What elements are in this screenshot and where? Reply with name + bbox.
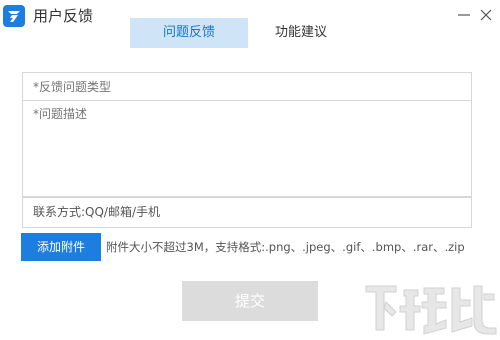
attachment-note: 附件大小不超过3M，支持格式:.png、.jpeg、.gif、.bmp、.rar… (106, 240, 465, 254)
app-logo-icon (3, 5, 25, 27)
close-icon[interactable] (477, 6, 495, 24)
minimize-icon[interactable] (455, 6, 473, 24)
add-attachment-button[interactable]: 添加附件 (21, 233, 101, 261)
submit-button[interactable]: 提交 (182, 281, 318, 321)
window-title: 用户反馈 (33, 7, 94, 25)
watermark-logo (360, 276, 500, 340)
problem-type-field[interactable] (22, 72, 472, 101)
tab-feature-suggestion[interactable]: 功能建议 (248, 18, 354, 48)
feedback-window: 用户反馈 问题反馈 功能建议 联系方式:QQ/邮箱/手机 添加附件 附件大小不超… (0, 0, 500, 340)
tab-problem-feedback[interactable]: 问题反馈 (130, 18, 248, 48)
feedback-form: 联系方式:QQ/邮箱/手机 添加附件 附件大小不超过3M，支持格式:.png、.… (0, 48, 500, 340)
title-bar: 用户反馈 问题反馈 功能建议 (0, 0, 500, 48)
contact-field[interactable]: 联系方式:QQ/邮箱/手机 (22, 197, 472, 228)
problem-description-field[interactable] (22, 100, 472, 197)
